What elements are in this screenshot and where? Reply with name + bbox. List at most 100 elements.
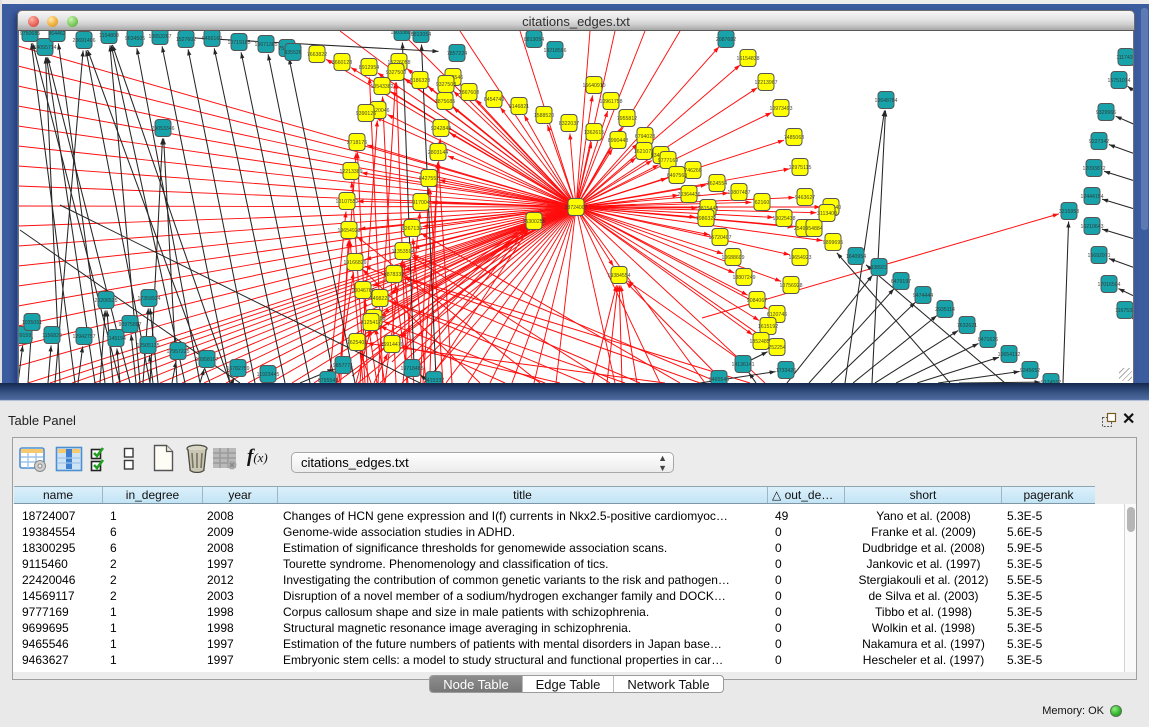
svg-text:252254: 252254: [768, 345, 785, 351]
svg-text:19654923: 19654923: [337, 228, 360, 234]
svg-text:12975115: 12975115: [789, 165, 812, 171]
svg-text:9146821: 9146821: [509, 104, 529, 110]
svg-text:1167533: 1167533: [1115, 308, 1134, 314]
svg-text:10807487: 10807487: [727, 190, 750, 196]
svg-text:9327500: 9327500: [386, 70, 406, 76]
svg-text:1362615: 1362615: [584, 130, 604, 136]
svg-text:1733426: 1733426: [776, 368, 796, 374]
svg-text:39159: 39159: [18, 333, 31, 339]
svg-text:25300255: 25300255: [522, 219, 545, 225]
svg-text:9857771: 9857771: [333, 363, 353, 369]
svg-text:14055714: 14055714: [33, 45, 56, 51]
svg-text:14136141: 14136141: [731, 362, 754, 368]
svg-text:7632621: 7632621: [957, 323, 977, 329]
svg-text:6497568: 6497568: [667, 173, 687, 179]
svg-text:2803144: 2803144: [428, 150, 448, 156]
svg-text:16154838: 16154838: [736, 56, 759, 62]
svg-text:19166829: 19166829: [343, 260, 366, 266]
svg-text:1145194: 1145194: [106, 336, 126, 342]
svg-text:9327508: 9327508: [436, 82, 456, 88]
svg-text:3215953: 3215953: [1059, 209, 1079, 215]
svg-text:1615192: 1615192: [758, 324, 778, 330]
svg-text:3624554: 3624554: [707, 181, 727, 187]
svg-text:18724007: 18724007: [564, 205, 587, 211]
svg-text:3875685: 3875685: [435, 99, 455, 105]
svg-text:2087682: 2087682: [716, 37, 736, 43]
svg-text:6466160: 6466160: [202, 36, 222, 42]
svg-text:7663822: 7663822: [307, 52, 327, 58]
svg-text:2935114: 2935114: [935, 307, 955, 313]
svg-text:12213967: 12213967: [754, 80, 777, 86]
svg-text:10107552: 10107552: [335, 199, 358, 205]
svg-text:10654112: 10654112: [998, 352, 1021, 358]
svg-text:1154808: 1154808: [99, 33, 119, 39]
svg-text:8427552: 8427552: [419, 176, 439, 182]
svg-text:15751074: 15751074: [1107, 78, 1130, 84]
svg-text:2718176: 2718176: [347, 140, 367, 146]
svg-text:12213389: 12213389: [339, 169, 362, 175]
svg-text:864462: 864462: [48, 31, 65, 37]
svg-text:2125412: 2125412: [361, 320, 381, 326]
svg-text:10648784: 10648784: [874, 98, 897, 104]
svg-text:10688609: 10688609: [721, 255, 744, 261]
svg-text:10653267: 10653267: [148, 34, 171, 40]
svg-text:917004: 917004: [412, 200, 429, 206]
svg-text:9329966: 9329966: [1096, 110, 1116, 116]
svg-text:8878332: 8878332: [384, 272, 404, 278]
svg-text:9084067: 9084067: [747, 298, 767, 304]
svg-text:3113400: 3113400: [817, 211, 837, 217]
svg-text:17359924: 17359924: [137, 296, 160, 302]
svg-text:9245652: 9245652: [1020, 368, 1040, 374]
svg-text:11353594: 11353594: [392, 249, 415, 255]
svg-text:9474444: 9474444: [913, 293, 933, 299]
svg-text:8267130: 8267130: [402, 226, 422, 232]
svg-text:9242848: 9242848: [431, 126, 451, 132]
svg-text:20206535: 20206535: [94, 298, 117, 304]
svg-text:1588520: 1588520: [534, 113, 554, 119]
svg-text:17957225: 17957225: [166, 349, 189, 355]
svg-text:7485063: 7485063: [784, 135, 804, 141]
svg-text:8813054: 8813054: [524, 37, 544, 43]
svg-text:16914479: 16914479: [380, 342, 403, 348]
svg-text:9777169: 9777169: [658, 158, 678, 164]
svg-text:12093872: 12093872: [1082, 166, 1105, 172]
svg-text:17016504: 17016504: [1097, 282, 1120, 288]
svg-text:8186328: 8186328: [410, 78, 430, 84]
svg-text:7625402: 7625402: [347, 340, 367, 346]
svg-text:10025438: 10025438: [772, 216, 795, 222]
svg-text:20691406: 20691406: [72, 38, 95, 44]
svg-text:8813054: 8813054: [411, 32, 431, 38]
svg-text:1498222: 1498222: [370, 296, 390, 302]
svg-text:10961758: 10961758: [599, 99, 622, 105]
svg-text:10543382: 10543382: [370, 84, 393, 90]
svg-text:6479197: 6479197: [891, 279, 911, 285]
svg-text:8912954: 8912954: [359, 65, 379, 71]
svg-text:1527602: 1527602: [176, 37, 196, 43]
svg-text:16640910: 16640910: [582, 83, 605, 89]
svg-text:1640954: 1640954: [846, 254, 866, 260]
svg-text:1117435: 1117435: [1116, 55, 1134, 61]
svg-text:9899695: 9899695: [823, 240, 843, 246]
svg-text:15720407: 15720407: [708, 235, 731, 241]
svg-text:10719185: 10719185: [227, 40, 250, 46]
svg-text:15692971: 15692971: [1087, 253, 1110, 259]
svg-text:8990448: 8990448: [608, 138, 628, 144]
svg-text:10046766: 10046766: [351, 288, 374, 294]
svg-text:1156829: 1156829: [42, 333, 62, 339]
svg-text:11923445: 11923445: [257, 372, 280, 378]
svg-text:16782759: 16782759: [226, 366, 249, 372]
svg-text:62160: 62160: [755, 200, 770, 206]
svg-text:18807249: 18807249: [732, 275, 755, 281]
svg-text:10958107: 10958107: [195, 357, 218, 363]
svg-text:12942757: 12942757: [72, 334, 95, 340]
svg-text:9634505: 9634505: [125, 36, 145, 42]
svg-text:7955812: 7955812: [617, 116, 637, 122]
svg-text:29053346: 29053346: [151, 126, 174, 132]
svg-text:8322037: 8322037: [559, 121, 579, 127]
svg-text:9750685: 9750685: [20, 31, 40, 37]
svg-text:19654923: 19654923: [788, 255, 811, 261]
svg-text:8454749: 8454749: [484, 97, 504, 103]
svg-text:1035051: 1035051: [22, 320, 42, 326]
svg-text:90975887: 90975887: [118, 322, 141, 328]
svg-text:19718485: 19718485: [400, 366, 423, 372]
